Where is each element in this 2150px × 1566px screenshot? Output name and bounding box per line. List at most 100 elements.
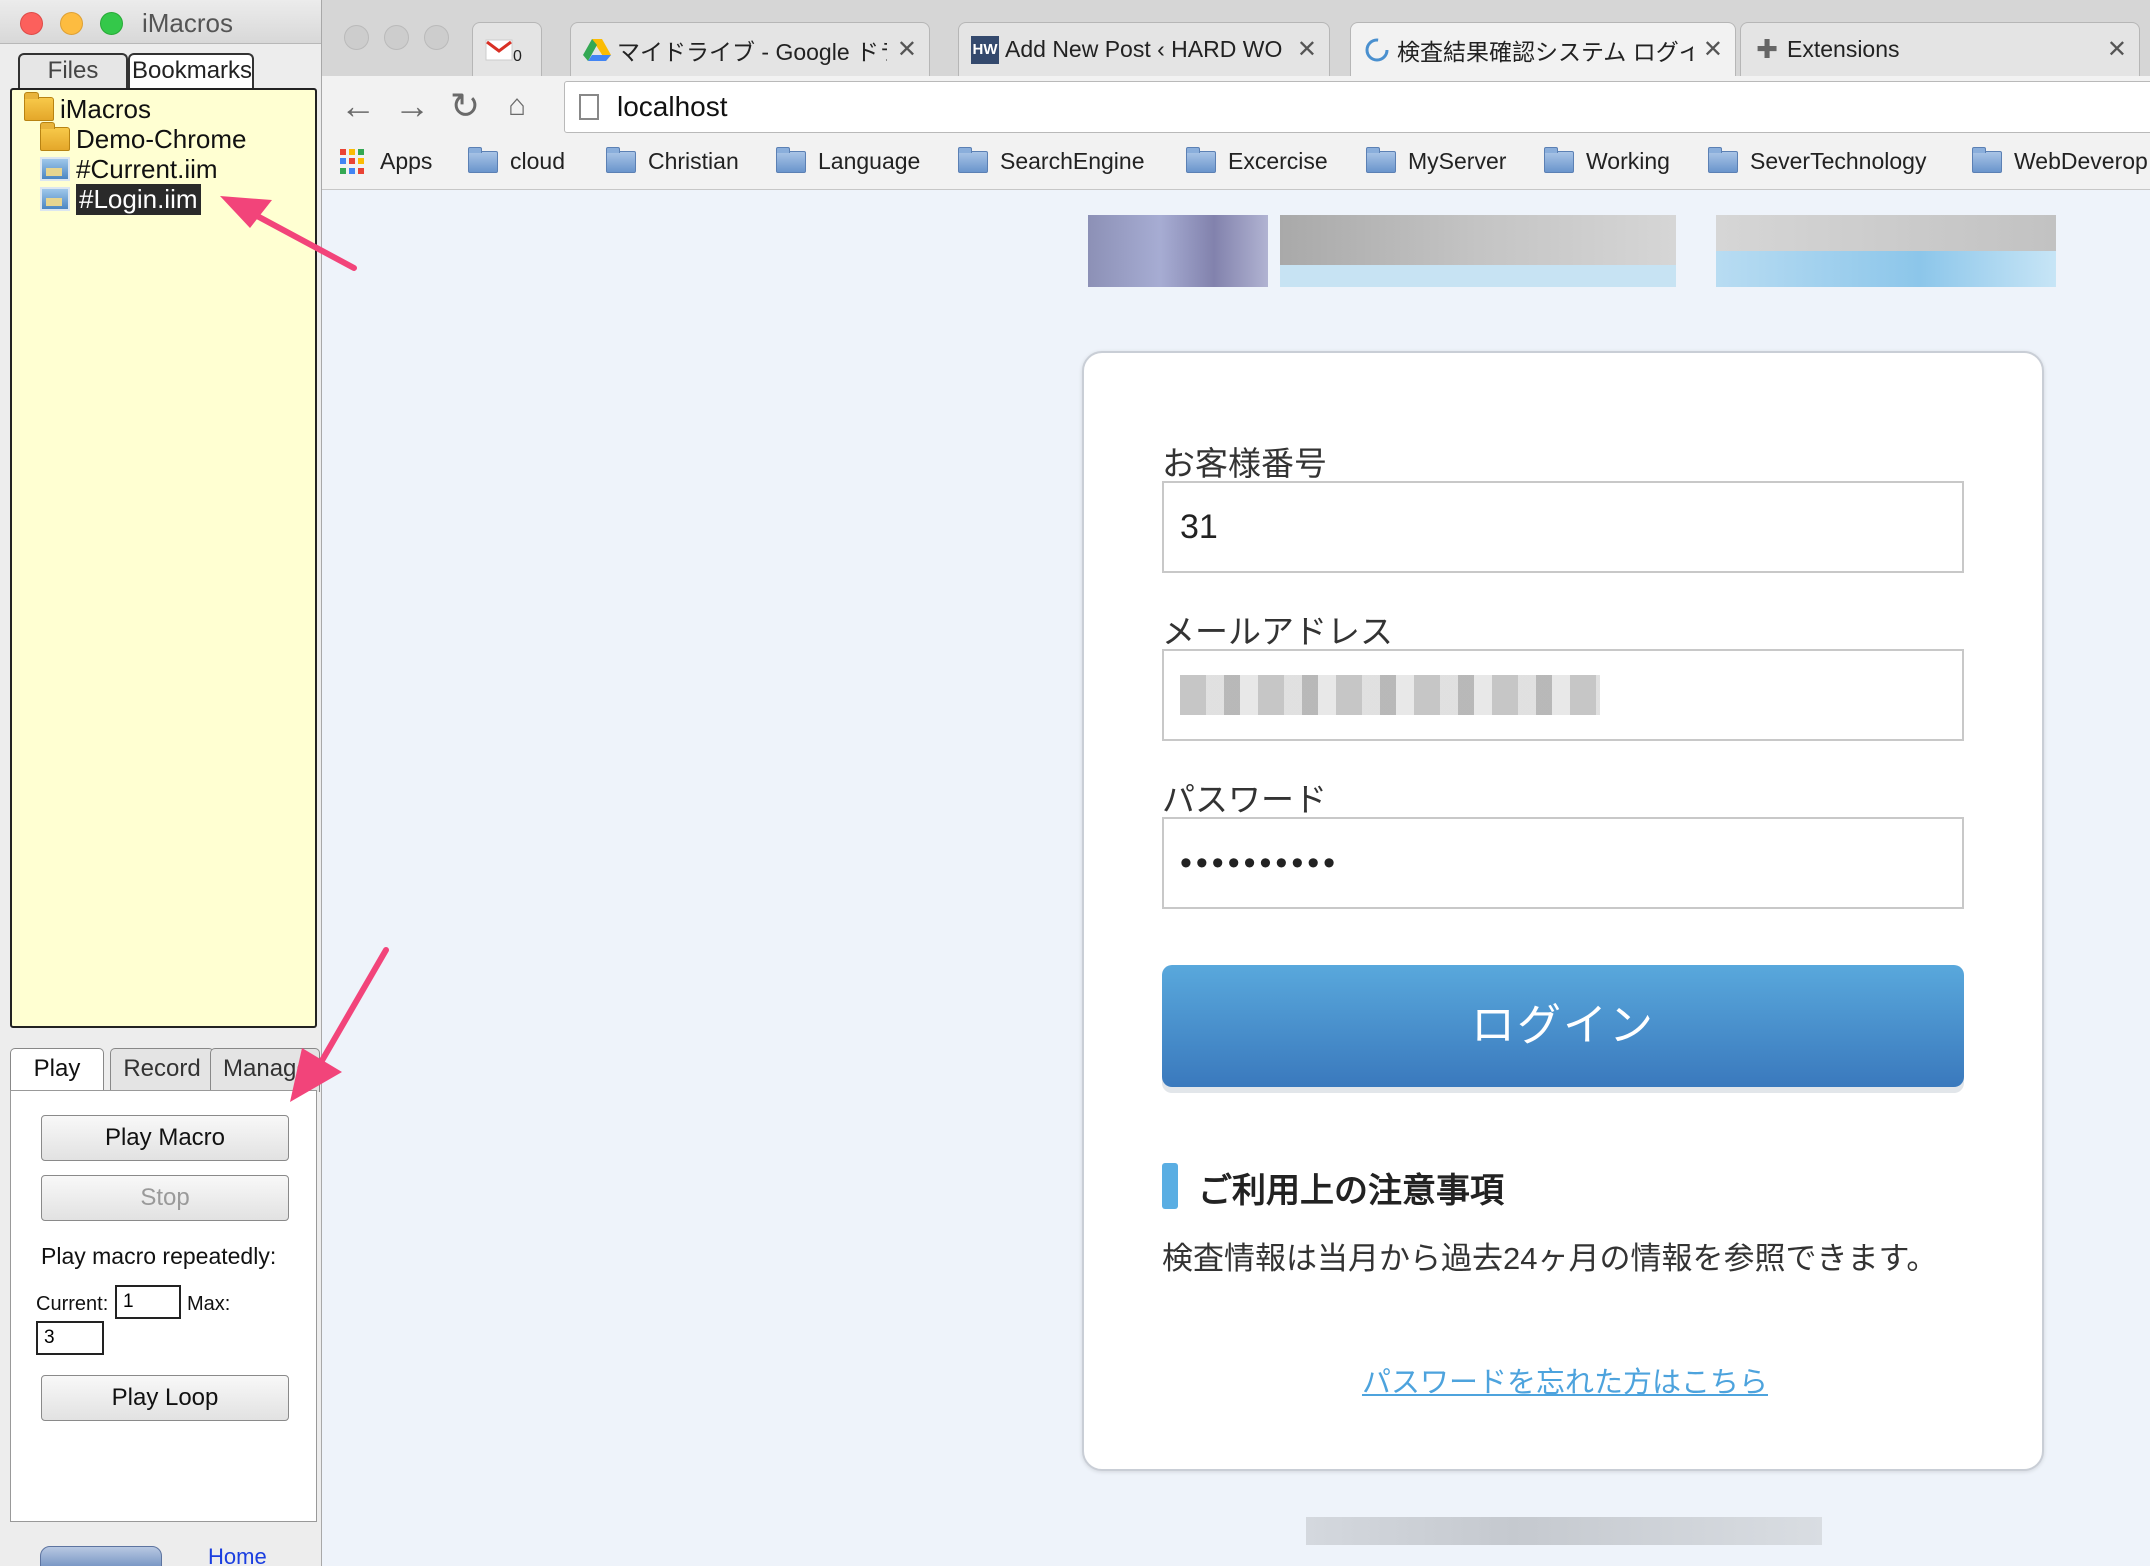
bookmark-working[interactable]: Working [1544,146,1670,175]
bookmark-label: MyServer [1408,148,1507,174]
file-tabs: Files Bookmarks [16,53,316,89]
max-label: Max: [187,1293,231,1315]
tree-item-login-macro[interactable]: #Login.iim [40,183,201,215]
tab-add-new-post[interactable]: HW Add New Post ‹ HARD WO ✕ [958,22,1330,76]
bookmark-label: cloud [510,148,565,174]
puzzle-icon: ✚ [1756,34,1778,64]
folder-icon [606,146,636,173]
tab-play[interactable]: Play [10,1048,104,1092]
bookmark-label: Working [1586,148,1670,174]
tab-record[interactable]: Record [110,1048,214,1092]
browser-window: 0 マイドライブ - Google ドラ ✕ HW Add New Post ‹… [322,0,2150,1566]
customer-number-input[interactable]: 31 [1162,481,1964,573]
blurred-header-subtext [1280,265,1676,287]
bookmark-label: Christian [648,148,739,174]
tree-item-demo-chrome[interactable]: Demo-Chrome [40,122,247,154]
password-label: パスワード [1162,781,1327,818]
close-icon[interactable]: ✕ [1297,35,1317,64]
minimize-window-button[interactable] [384,25,409,50]
tab-login-system[interactable]: 検査結果確認システム ログイ ✕ [1350,22,1736,76]
minimize-window-button[interactable] [60,12,83,35]
email-input[interactable] [1162,649,1964,741]
blurred-logo [1088,215,1268,287]
close-window-button[interactable] [20,12,43,35]
bookmark-excercise[interactable]: Excercise [1186,146,1328,175]
folder-icon [1544,146,1574,173]
tab-label: 検査結果確認システム ログイ [1397,38,1693,65]
tab-label: マイドライブ - Google ドラ [617,38,887,65]
bookmark-apps[interactable]: Apps [340,148,432,175]
close-icon[interactable]: ✕ [897,35,917,64]
bookmark-cloud[interactable]: cloud [468,146,565,175]
bookmark-label: WebDeverop [2014,148,2148,174]
annotation-arrow-login-macro [220,196,357,271]
folder-icon [1186,146,1216,173]
bookmark-label: Language [818,148,921,174]
folder-icon [1366,146,1396,173]
forgot-password-link[interactable]: パスワードを忘れた方はこちら [1084,1359,2046,1401]
folder-icon [40,122,70,151]
close-icon[interactable]: ✕ [2107,35,2127,64]
blurred-footer-text [1306,1517,1822,1545]
folder-icon [24,92,54,121]
play-panel: Play Macro Stop Play macro repeatedly: C… [10,1090,317,1522]
blurred-header-right [1716,215,2056,251]
home-link[interactable]: Home [208,1544,267,1566]
bookmark-christian[interactable]: Christian [606,146,739,175]
hw-icon: HW [971,35,999,64]
reload-icon[interactable]: ↻ [450,86,480,126]
tree-item-imacros-folder[interactable]: iMacros [24,92,152,124]
close-window-button[interactable] [344,25,369,50]
current-input[interactable] [115,1285,181,1319]
email-label: メールアドレス [1162,613,1393,650]
zoom-window-button[interactable] [100,12,123,35]
forward-icon[interactable]: → [394,86,430,126]
notice-title: ご利用上の注意事項 [1198,1172,1504,1210]
page-icon [579,94,599,120]
tab-label: Add New Post ‹ HARD WO [1005,36,1283,62]
bookmarks-bar: Apps cloud Christian Language SearchEngi… [322,138,2150,190]
tab-gmail[interactable]: 0 [472,22,542,76]
gmail-icon [485,36,513,64]
tab-extensions[interactable]: ✚ Extensions ✕ [1740,22,2140,76]
zoom-window-button[interactable] [424,25,449,50]
blurred-header-text [1280,215,1676,265]
blurred-email-value [1180,675,1600,715]
home-icon[interactable]: ⌂ [508,86,526,126]
password-input[interactable]: •••••••••• [1162,817,1964,909]
login-card: お客様番号 31 メールアドレス パスワード •••••••••• ログイン ご… [1082,351,2044,1471]
bookmark-searchengine[interactable]: SearchEngine [958,146,1145,175]
bookmark-label: SearchEngine [1000,148,1145,174]
bookmark-myserver[interactable]: MyServer [1366,146,1507,175]
notice-text: 検査情報は当月から過去24ヶ月の情報を参照できます。 [1162,1241,1938,1276]
login-button[interactable]: ログイン [1162,965,1964,1087]
tree-item-label: iMacros [60,93,152,124]
bookmark-language[interactable]: Language [776,146,921,175]
address-bar[interactable]: localhost [564,81,2150,133]
window-title: iMacros [142,8,234,38]
tab-google-drive[interactable]: マイドライブ - Google ドラ ✕ [570,22,930,76]
stop-button[interactable]: Stop [41,1175,289,1221]
unread-badge: 0 [513,47,522,65]
bookmark-severtechnology[interactable]: SeverTechnology [1708,146,1927,175]
current-label: Current: [36,1293,109,1315]
folder-icon [1972,146,2002,173]
close-icon[interactable]: ✕ [1703,35,1723,64]
folder-icon [1708,146,1738,173]
tab-bookmarks[interactable]: Bookmarks [128,53,254,89]
bookmark-webdeverop[interactable]: WebDeverop [1972,146,2148,175]
mode-tabs: Play Record Manage [10,1048,320,1092]
play-macro-button[interactable]: Play Macro [41,1115,289,1161]
bookmark-label: Apps [380,148,433,174]
tree-item-current-macro[interactable]: #Current.iim [40,154,218,184]
tab-files[interactable]: Files [18,53,128,89]
back-icon[interactable]: ← [340,86,376,126]
tab-label: Extensions [1787,36,1900,62]
customer-number-label: お客様番号 [1162,445,1327,482]
play-loop-button[interactable]: Play Loop [41,1375,289,1421]
max-input[interactable] [36,1321,104,1355]
page-content: お客様番号 31 メールアドレス パスワード •••••••••• ログイン ご… [322,191,2150,1566]
bookmark-label: SeverTechnology [1750,148,1927,174]
imacros-titlebar: iMacros [0,0,321,44]
tree-item-label: #Login.iim [76,183,201,215]
